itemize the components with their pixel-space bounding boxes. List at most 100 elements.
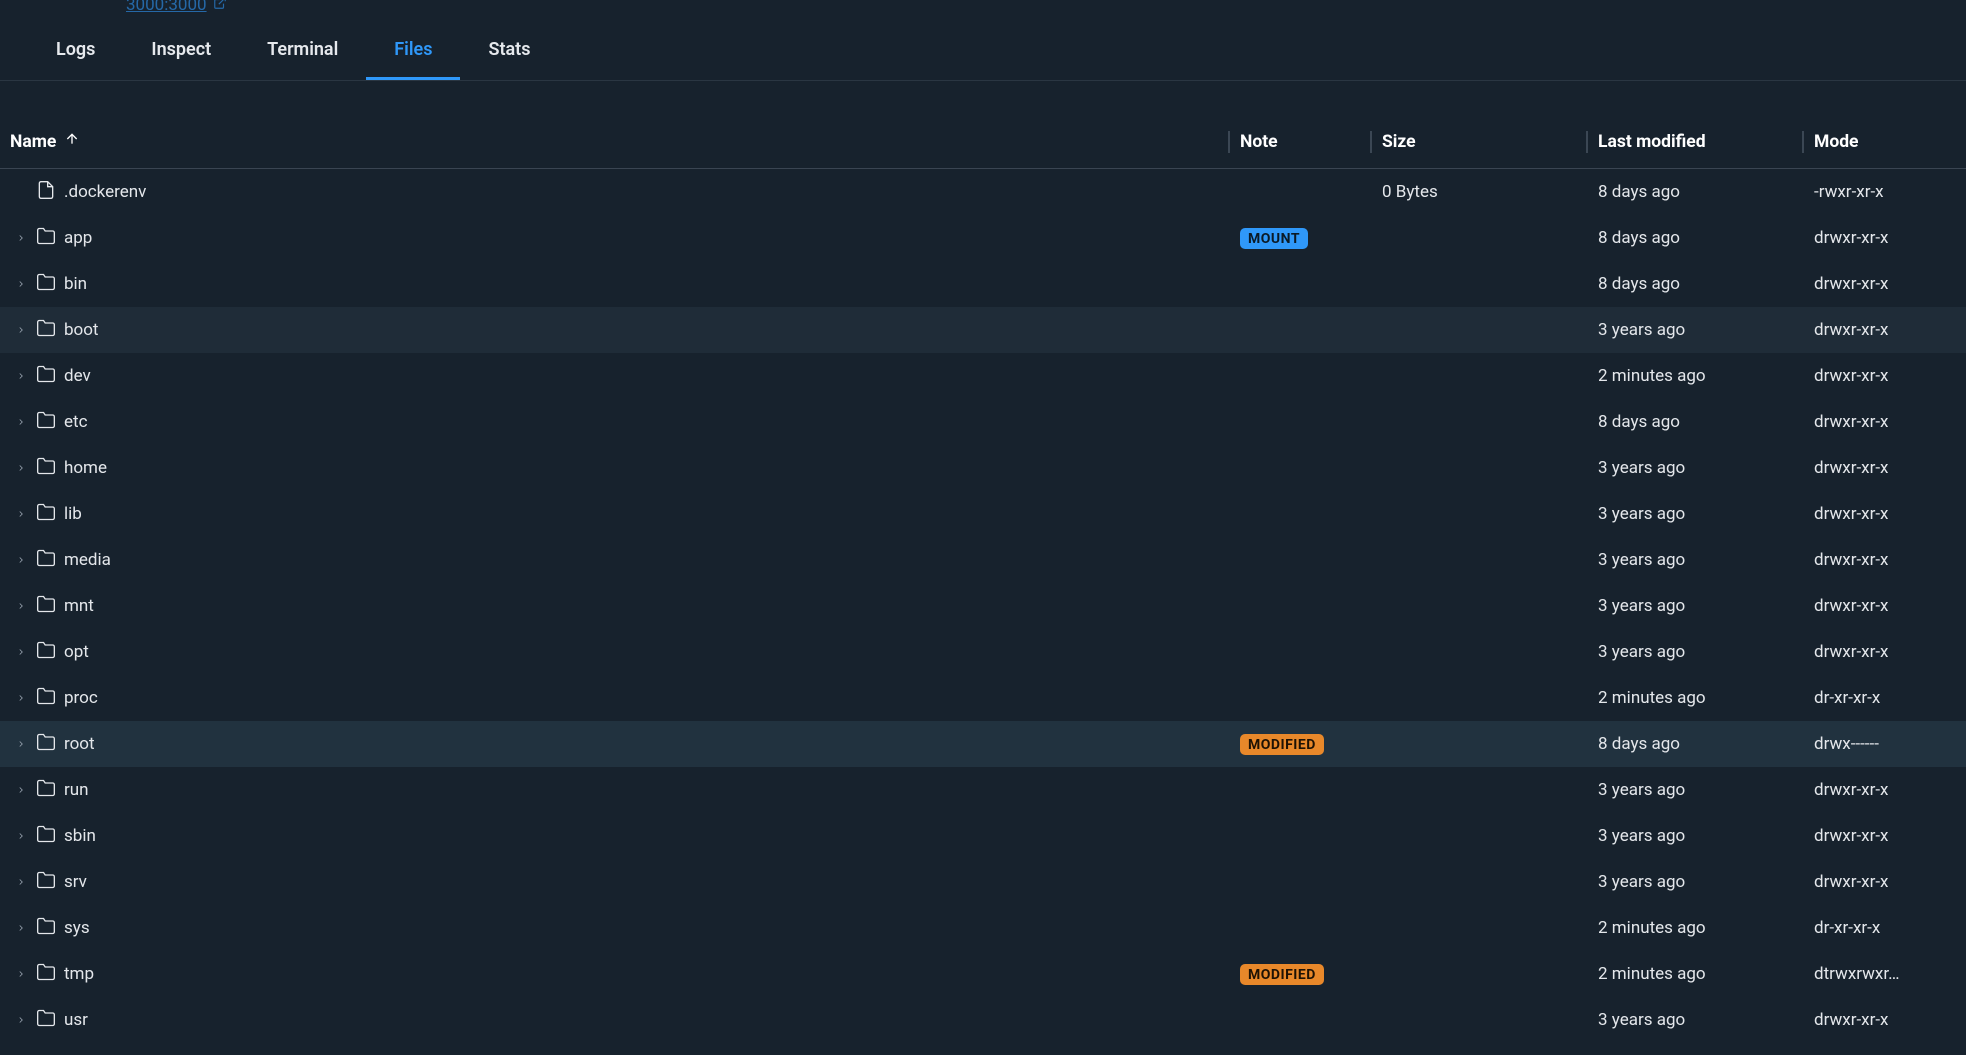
column-header-name[interactable]: Name (10, 131, 1240, 152)
name-cell: proc (10, 686, 1240, 711)
port-link[interactable]: 3000:3000 (0, 1, 227, 9)
mode-cell: drwxr-xr-x (1814, 826, 1956, 846)
chevron-right-icon[interactable] (14, 739, 28, 749)
folder-icon (36, 226, 56, 251)
name-cell: home (10, 456, 1240, 481)
modified-cell: 3 years ago (1598, 826, 1814, 846)
name-cell: srv (10, 870, 1240, 895)
folder-icon (36, 548, 56, 573)
tab-logs[interactable]: Logs (28, 21, 123, 80)
tab-inspect[interactable]: Inspect (123, 21, 239, 80)
table-row[interactable]: opt 3 years agodrwxr-xr-x (0, 629, 1966, 675)
table-row[interactable]: .dockerenv0 Bytes8 days ago-rwxr-xr-x (0, 169, 1966, 215)
chevron-right-icon[interactable] (14, 693, 28, 703)
table-header-row: Name Note Size Last modified Mode (0, 115, 1966, 169)
sort-ascending-icon (64, 131, 80, 152)
table-row[interactable]: sys2 minutes agodr-xr-xr-x (0, 905, 1966, 951)
column-header-modified[interactable]: Last modified (1598, 132, 1814, 152)
mode-cell: drwxr-xr-x (1814, 550, 1956, 570)
table-row[interactable]: usr3 years agodrwxr-xr-x (0, 997, 1966, 1043)
file-name: srv (64, 872, 87, 892)
folder-icon (36, 686, 56, 711)
chevron-right-icon[interactable] (14, 233, 28, 243)
mode-cell: drwx------ (1814, 734, 1956, 754)
table-row[interactable]: boot3 years agodrwxr-xr-x (0, 307, 1966, 353)
folder-icon (36, 364, 56, 389)
folder-icon (36, 824, 56, 849)
column-header-size[interactable]: Size (1382, 132, 1598, 152)
table-row[interactable]: etc8 days agodrwxr-xr-x (0, 399, 1966, 445)
chevron-right-icon[interactable] (14, 877, 28, 887)
table-row[interactable]: tmpMODIFIED2 minutes agodtrwxrwxr… (0, 951, 1966, 997)
column-header-note[interactable]: Note (1240, 132, 1382, 152)
tab-files[interactable]: Files (366, 21, 460, 80)
file-name: bin (64, 274, 87, 294)
file-name: boot (64, 320, 99, 340)
table-row[interactable]: proc2 minutes agodr-xr-xr-x (0, 675, 1966, 721)
chevron-right-icon[interactable] (14, 555, 28, 565)
chevron-right-icon[interactable] (14, 601, 28, 611)
mode-cell: drwxr-xr-x (1814, 1010, 1956, 1030)
folder-icon (36, 640, 56, 665)
chevron-right-icon[interactable] (14, 325, 28, 335)
name-cell: media (10, 548, 1240, 573)
tab-bar: LogsInspectTerminalFilesStats (0, 21, 1966, 81)
file-name: etc (64, 412, 87, 432)
chevron-right-icon[interactable] (14, 647, 28, 657)
table-row[interactable]: run3 years agodrwxr-xr-x (0, 767, 1966, 813)
chevron-right-icon[interactable] (14, 1015, 28, 1025)
chevron-right-icon[interactable] (14, 279, 28, 289)
column-header-name-text: Name (10, 132, 56, 152)
chevron-right-icon[interactable] (14, 417, 28, 427)
column-header-modified-text: Last modified (1598, 132, 1706, 152)
mode-cell: dtrwxrwxr… (1814, 964, 1956, 984)
table-row[interactable]: srv3 years agodrwxr-xr-x (0, 859, 1966, 905)
table-row[interactable]: home3 years agodrwxr-xr-x (0, 445, 1966, 491)
note-cell: MODIFIED (1240, 734, 1382, 755)
chevron-right-icon[interactable] (14, 785, 28, 795)
mode-cell: drwxr-xr-x (1814, 228, 1956, 248)
table-row[interactable]: appMOUNT8 days agodrwxr-xr-x (0, 215, 1966, 261)
tab-stats[interactable]: Stats (460, 21, 558, 80)
modified-cell: 2 minutes ago (1598, 688, 1814, 708)
mode-cell: drwxr-xr-x (1814, 872, 1956, 892)
external-link-icon (213, 0, 227, 15)
column-header-mode-text: Mode (1814, 132, 1859, 152)
file-name: run (64, 780, 89, 800)
table-row[interactable]: media3 years agodrwxr-xr-x (0, 537, 1966, 583)
chevron-right-icon[interactable] (14, 463, 28, 473)
table-row[interactable]: lib3 years agodrwxr-xr-x (0, 491, 1966, 537)
modified-cell: 8 days ago (1598, 734, 1814, 754)
table-row[interactable]: mnt3 years agodrwxr-xr-x (0, 583, 1966, 629)
file-name: usr (64, 1010, 88, 1030)
name-cell: sys (10, 916, 1240, 941)
table-row[interactable]: dev2 minutes agodrwxr-xr-x (0, 353, 1966, 399)
name-cell: etc (10, 410, 1240, 435)
chevron-right-icon[interactable] (14, 831, 28, 841)
folder-icon (36, 870, 56, 895)
table-row[interactable]: bin8 days agodrwxr-xr-x (0, 261, 1966, 307)
file-name: opt (64, 642, 89, 662)
table-row[interactable]: rootMODIFIED8 days agodrwx------ (0, 721, 1966, 767)
chevron-right-icon[interactable] (14, 923, 28, 933)
status-badge: MODIFIED (1240, 964, 1324, 985)
chevron-right-icon[interactable] (14, 509, 28, 519)
mode-cell: drwxr-xr-x (1814, 504, 1956, 524)
mode-cell: dr-xr-xr-x (1814, 918, 1956, 938)
modified-cell: 3 years ago (1598, 642, 1814, 662)
mode-cell: drwxr-xr-x (1814, 366, 1956, 386)
chevron-right-icon[interactable] (14, 969, 28, 979)
note-cell: MODIFIED (1240, 964, 1382, 985)
folder-icon (36, 1008, 56, 1033)
table-row[interactable]: sbin3 years agodrwxr-xr-x (0, 813, 1966, 859)
mode-cell: drwxr-xr-x (1814, 642, 1956, 662)
chevron-right-icon[interactable] (14, 371, 28, 381)
column-header-note-text: Note (1240, 132, 1278, 152)
tab-terminal[interactable]: Terminal (239, 21, 366, 80)
column-header-mode[interactable]: Mode (1814, 132, 1956, 152)
modified-cell: 3 years ago (1598, 596, 1814, 616)
folder-icon (36, 916, 56, 941)
folder-icon (36, 594, 56, 619)
name-cell: usr (10, 1008, 1240, 1033)
mode-cell: drwxr-xr-x (1814, 320, 1956, 340)
